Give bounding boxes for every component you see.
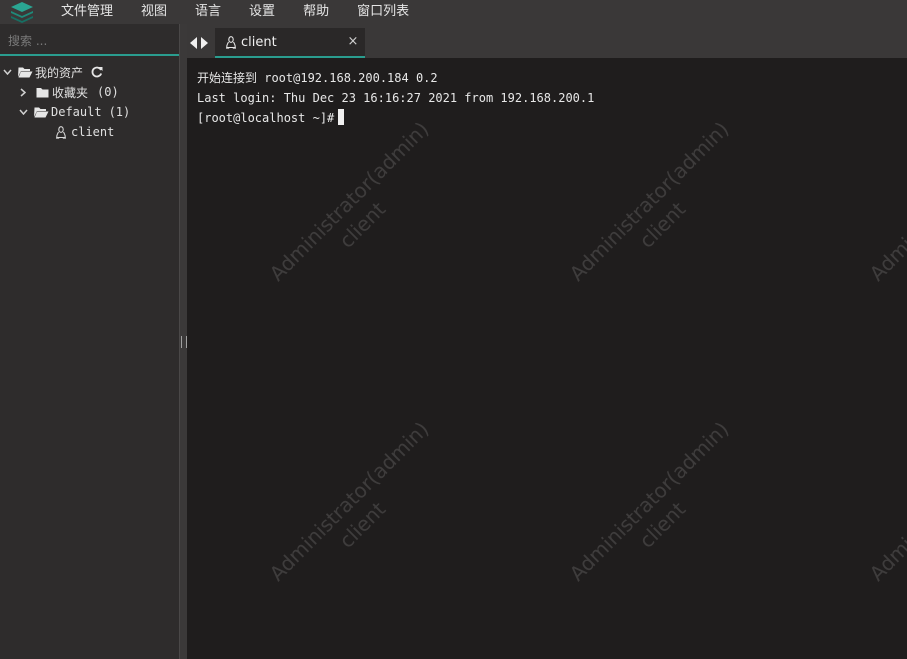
folder-open-icon [17,65,33,79]
watermark-user: Administrator(admin) [264,116,434,286]
asset-tree: 我的资产 收藏夹 (0) Default (1) client [0,62,179,142]
drag-grip-icon [180,335,187,348]
watermark-user: Administrator(admin) [264,416,434,586]
search-box [0,28,180,56]
linux-icon [225,35,237,49]
menu-view[interactable]: 视图 [141,0,167,24]
menu-bar: 文件管理 视图 语言 设置 帮助 窗口列表 [0,0,907,24]
search-input[interactable] [0,28,180,54]
terminal-output: 开始连接到 root@192.168.200.184 0.2 Last logi… [197,68,594,128]
menu-help[interactable]: 帮助 [303,0,329,24]
menu-settings[interactable]: 设置 [249,0,275,24]
chevron-down-icon[interactable] [17,109,29,115]
watermark-user: Administrator(admin) [564,116,734,286]
tree-label-default: Default [51,105,102,119]
tree-node-default-group[interactable]: Default (1) [0,102,179,122]
tree-node-favorites[interactable]: 收藏夹 (0) [0,82,179,102]
tab-nav [189,34,209,53]
tab-scroll-right-icon[interactable] [200,34,209,53]
tree-node-host-client[interactable]: client [0,122,179,142]
tree-label-client: client [71,125,115,139]
tab-bar: client × [187,24,907,58]
watermark: Administrator(admin)client [264,116,442,305]
folder-open-icon [33,105,49,119]
close-icon[interactable]: × [347,35,359,49]
watermark-host: client [334,196,391,253]
terminal-line: 开始连接到 root@192.168.200.184 0.2 [197,71,438,85]
watermark-host: client [634,496,691,553]
watermark-user: Administrator(admin) [864,416,907,586]
menu-file-management[interactable]: 文件管理 [61,0,113,24]
watermark-user: Administrator(admin) [564,416,734,586]
menu-language[interactable]: 语言 [195,0,221,24]
terminal-prompt-line: [root@localhost ~]# [197,108,594,128]
tree-label-my-assets: 我的资产 [35,65,84,80]
watermark-user: Administrator(admin) [864,116,907,286]
watermark: Administrator(admin)client [264,416,442,605]
tab-label: client [241,34,277,50]
watermark-host: client [634,196,691,253]
terminal-line: Last login: Thu Dec 23 16:16:27 2021 fro… [197,91,595,105]
watermark-host: client [882,145,907,305]
watermark: Administrator(admin)client [564,116,742,305]
refresh-icon[interactable] [89,65,105,79]
chevron-right-icon[interactable] [17,87,29,97]
watermark-host: client [882,445,907,605]
app-logo-icon [0,0,44,24]
tree-label-favorites: 收藏夹 [52,85,89,100]
tab-client[interactable]: client × [215,28,365,58]
sidebar-resize-handle[interactable] [179,24,187,659]
default-count: (1) [108,105,131,119]
chevron-down-icon[interactable] [1,69,13,75]
watermark-host: client [334,496,391,553]
asset-sidebar: 我的资产 收藏夹 (0) Default (1) [0,24,180,659]
watermark: Administrator(admin)client [564,416,742,605]
tab-scroll-left-icon[interactable] [189,34,198,53]
linux-icon [53,125,69,139]
watermark: Administrator(admin)client [864,116,907,305]
folder-icon [34,85,50,99]
favorites-count: (0) [97,85,119,99]
menu-window-list[interactable]: 窗口列表 [357,0,409,24]
terminal-cursor [338,109,345,125]
terminal-prompt: [root@localhost ~]# [197,111,335,125]
tree-node-my-assets[interactable]: 我的资产 [0,62,179,82]
terminal-pane[interactable]: Administrator(admin) client Administrator… [187,58,907,659]
watermark: Administrator(admin)client [864,416,907,605]
